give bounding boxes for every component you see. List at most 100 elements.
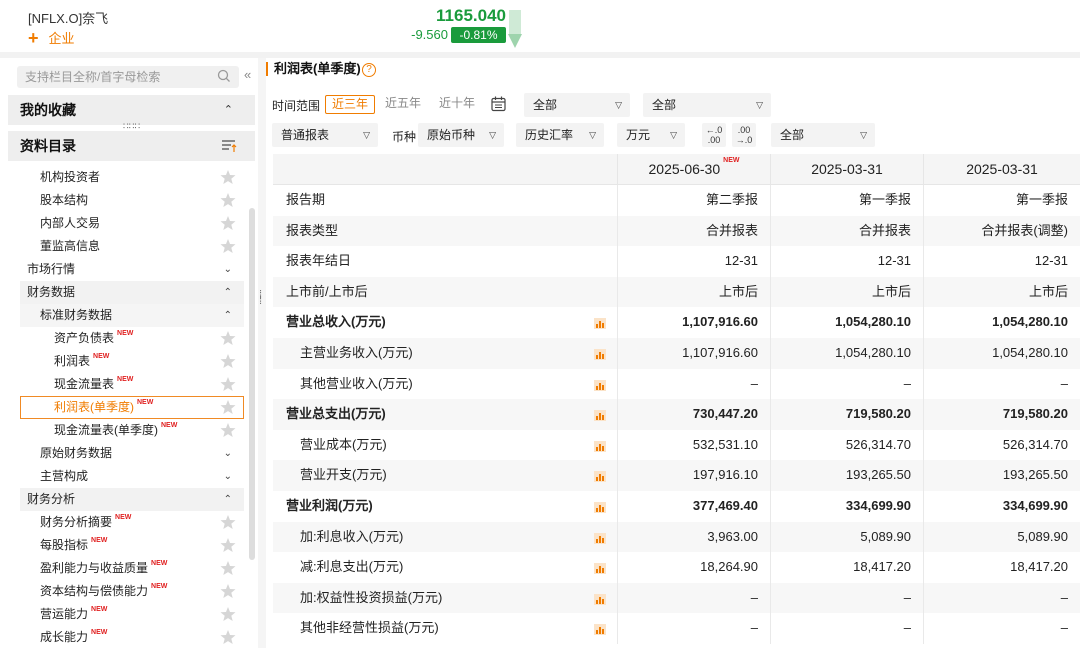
bar-chart-icon[interactable]: [594, 501, 606, 513]
table-row[interactable]: 报告期 第二季报 第一季报 第一季报: [273, 185, 1080, 216]
star-icon[interactable]: [220, 192, 236, 208]
chevron-down-icon[interactable]: ⌄: [224, 465, 232, 488]
bar-chart-icon[interactable]: [594, 440, 606, 452]
sidebar-item[interactable]: 财务数据 ⌃: [20, 281, 244, 304]
sidebar-item[interactable]: 机构投资者: [20, 166, 244, 189]
star-icon[interactable]: [220, 376, 236, 392]
chevron-down-icon[interactable]: ⌄: [224, 258, 232, 281]
table-row[interactable]: 其他营业收入(万元) – – –: [273, 368, 1080, 400]
bar-chart-icon[interactable]: [594, 317, 606, 330]
sidebar-item[interactable]: 资产负债表 NEW: [20, 327, 244, 350]
sidebar-item[interactable]: 资本结构与偿债能力 NEW: [20, 580, 244, 603]
tab-ten-years[interactable]: 近十年: [433, 95, 481, 114]
sidebar-item[interactable]: 利润表(单季度) NEW: [20, 396, 244, 419]
calendar-icon[interactable]: [491, 96, 506, 112]
star-icon[interactable]: [220, 514, 236, 530]
star-icon[interactable]: [220, 330, 236, 346]
panel-divider[interactable]: [258, 58, 266, 648]
table-row[interactable]: 减:利息支出(万元) 18,264.90 18,417.20 18,417.20: [273, 552, 1080, 583]
star-icon[interactable]: [220, 238, 236, 254]
sidebar-item[interactable]: 内部人交易: [20, 212, 244, 235]
sidebar-item[interactable]: 营运能力 NEW: [20, 603, 244, 626]
star-icon[interactable]: [220, 422, 236, 438]
table-row[interactable]: 营业开支(万元) 197,916.10 193,265.50 193,265.50: [273, 460, 1080, 491]
report-filter-select[interactable]: 全部 ▽: [643, 93, 771, 117]
bar-chart-icon[interactable]: [594, 532, 606, 544]
increase-decimal-button[interactable]: .00 →.0: [732, 123, 756, 147]
report-type-select[interactable]: 普通报表 ▽: [272, 123, 378, 147]
search-input[interactable]: 支持栏目全称/首字母检索: [17, 66, 239, 88]
column-header[interactable]: 2025-03-31: [770, 154, 923, 185]
bar-chart-icon[interactable]: [594, 348, 606, 360]
unit-select[interactable]: 万元 ▽: [617, 123, 685, 147]
table-row[interactable]: 营业成本(万元) 532,531.10 526,314.70 526,314.70: [273, 429, 1080, 461]
table-row[interactable]: 营业总收入(万元) 1,107,916.60 1,054,280.10 1,054,2…: [273, 307, 1080, 338]
sidebar-item[interactable]: 原始财务数据 ⌄: [20, 442, 244, 465]
star-icon[interactable]: [220, 399, 236, 415]
bar-chart-icon[interactable]: [594, 593, 606, 605]
star-icon[interactable]: [220, 169, 236, 185]
period-filter-select[interactable]: 全部 ▽: [524, 93, 630, 117]
bar-chart-icon[interactable]: [594, 623, 606, 636]
sort-icon[interactable]: [221, 139, 237, 153]
sidebar-item[interactable]: 财务分析 ⌃: [20, 488, 244, 511]
question-icon[interactable]: ?: [362, 63, 376, 77]
drag-handle-icon[interactable]: ∷∷∷: [123, 122, 143, 131]
chevron-up-icon[interactable]: ⌃: [224, 304, 232, 327]
sidebar-item[interactable]: 盈利能力与收益质量 NEW: [20, 557, 244, 580]
sidebar-scrollbar[interactable]: [249, 208, 255, 560]
new-badge: NEW: [723, 157, 740, 164]
report-filter-value: 全部: [652, 98, 677, 112]
sidebar-item[interactable]: 每股指标 NEW: [20, 534, 244, 557]
table-row[interactable]: 报表类型 合并报表 合并报表 合并报表(调整): [273, 215, 1080, 247]
chevron-up-icon[interactable]: ⌃: [224, 488, 232, 511]
sidebar-item[interactable]: 董监高信息: [20, 235, 244, 258]
table-cell: 5,089.90: [923, 521, 1080, 553]
star-icon[interactable]: [220, 629, 236, 645]
star-icon[interactable]: [220, 537, 236, 553]
table-row[interactable]: 报表年结日 12-31 12-31 12-31: [273, 246, 1080, 277]
sidebar-item[interactable]: 财务分析摘要 NEW: [20, 511, 244, 534]
sidebar-item[interactable]: 市场行情 ⌄: [20, 258, 244, 281]
table-row[interactable]: 其他非经营性损益(万元) – – –: [273, 613, 1080, 644]
column-header[interactable]: 2025-03-31: [923, 154, 1080, 185]
table-row[interactable]: 加:权益性投资损益(万元) – – –: [273, 582, 1080, 614]
sidebar-item[interactable]: 利润表 NEW: [20, 350, 244, 373]
bar-chart-icon[interactable]: [594, 562, 606, 575]
star-icon[interactable]: [220, 353, 236, 369]
currency-select[interactable]: 原始币种 ▽: [418, 123, 504, 147]
table-row[interactable]: 主营业务收入(万元) 1,107,916.60 1,054,280.10 1,054,…: [273, 338, 1080, 369]
sidebar-item[interactable]: 现金流量表(单季度) NEW: [20, 419, 244, 442]
table-row[interactable]: 营业利润(万元) 377,469.40 334,699.90 334,699.90: [273, 491, 1080, 522]
resize-handle-icon[interactable]: ⁞ ⁞: [259, 290, 265, 307]
star-icon[interactable]: [220, 606, 236, 622]
catalog-header[interactable]: 资料目录: [8, 131, 255, 161]
chevron-down-icon: ▽: [756, 100, 763, 110]
add-company-button[interactable]: + 企业: [28, 28, 75, 47]
chevron-down-icon[interactable]: ⌄: [224, 442, 232, 465]
sidebar-item[interactable]: 现金流量表 NEW: [20, 373, 244, 396]
exchange-rate-select[interactable]: 历史汇率 ▽: [516, 123, 604, 147]
table-row[interactable]: 加:利息收入(万元) 3,963.00 5,089.90 5,089.90: [273, 521, 1080, 553]
tab-five-years[interactable]: 近五年: [379, 95, 427, 114]
search-icon[interactable]: [217, 69, 231, 83]
sidebar-item[interactable]: 成长能力 NEW: [20, 626, 244, 649]
star-icon[interactable]: [220, 215, 236, 231]
bar-chart-icon[interactable]: [594, 470, 606, 483]
star-icon[interactable]: [220, 583, 236, 599]
bar-chart-icon[interactable]: [594, 409, 606, 422]
tab-three-years[interactable]: 近三年: [325, 95, 376, 114]
column-header[interactable]: 2025-06-30NEW: [617, 154, 770, 185]
sidebar-item[interactable]: 标准财务数据 ⌃: [20, 304, 244, 327]
table-row[interactable]: 上市前/上市后 上市后 上市后 上市后: [273, 276, 1080, 308]
sidebar-item[interactable]: 主营构成 ⌄: [20, 465, 244, 488]
double-chevron-left-icon[interactable]: «: [244, 67, 251, 82]
decrease-decimal-button[interactable]: ←.0.00: [702, 123, 726, 147]
chevron-up-icon[interactable]: ⌃: [224, 281, 232, 304]
table-row[interactable]: 营业总支出(万元) 730,447.20 719,580.20 719,580.20: [273, 399, 1080, 430]
bar-chart-icon[interactable]: [594, 379, 606, 391]
item-filter-select[interactable]: 全部 ▽: [771, 123, 875, 147]
sidebar-item-label: 机构投资者: [40, 170, 101, 184]
star-icon[interactable]: [220, 560, 236, 576]
sidebar-item[interactable]: 股本结构: [20, 189, 244, 212]
